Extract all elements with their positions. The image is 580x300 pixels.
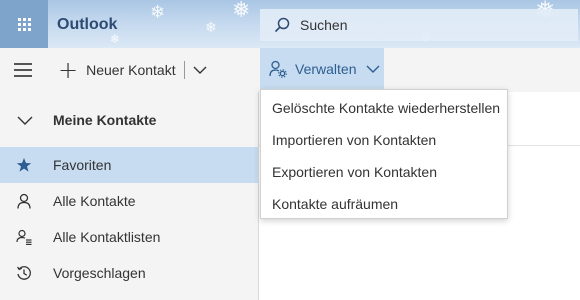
header-bar: ❄ ❄ ❅ ❄ ❅ ❄ Outlook Suchen bbox=[0, 0, 580, 48]
separator bbox=[183, 61, 185, 79]
snowflake-decoration: ❄ bbox=[110, 32, 121, 46]
snowflake-decoration: ❅ bbox=[232, 0, 251, 23]
new-contact-button[interactable]: + Neuer Kontakt bbox=[58, 58, 207, 82]
plus-icon: + bbox=[58, 56, 79, 84]
search-input[interactable]: Suchen bbox=[260, 9, 578, 41]
sidebar-item-all-contacts[interactable]: Alle Kontakte bbox=[0, 183, 258, 219]
contact-lists-icon bbox=[16, 229, 32, 245]
sidebar-item-favorites[interactable]: Favoriten bbox=[0, 147, 258, 183]
sidebar-group-my-contacts[interactable]: Meine Kontakte bbox=[0, 106, 258, 134]
menu-item-label: Kontakte aufräumen bbox=[272, 196, 399, 212]
sidebar-item-label: Favoriten bbox=[53, 157, 112, 173]
history-icon bbox=[16, 265, 32, 281]
sidebar-item-all-contact-lists[interactable]: Alle Kontaktlisten bbox=[0, 219, 258, 255]
person-icon bbox=[16, 193, 32, 209]
manage-button[interactable]: Verwalten bbox=[260, 48, 384, 89]
menu-item-restore-deleted-contacts[interactable]: Gelöschte Kontakte wiederherstellen bbox=[261, 92, 507, 124]
chevron-down-icon[interactable] bbox=[193, 65, 207, 75]
star-icon bbox=[16, 157, 32, 173]
menu-item-export-contacts[interactable]: Exportieren von Kontakten bbox=[261, 156, 507, 188]
sidebar-item-label: Alle Kontaktlisten bbox=[53, 229, 161, 245]
manage-label: Verwalten bbox=[295, 60, 357, 77]
hamburger-menu-icon[interactable] bbox=[14, 63, 32, 77]
snowflake-decoration: ❄ bbox=[150, 2, 166, 23]
search-icon bbox=[274, 17, 290, 33]
menu-item-clean-up-contacts[interactable]: Kontakte aufräumen bbox=[261, 188, 507, 220]
search-placeholder: Suchen bbox=[300, 17, 348, 33]
snowflake-decoration: ❄ bbox=[205, 20, 217, 36]
sidebar-group-label: Meine Kontakte bbox=[53, 112, 157, 128]
app-title[interactable]: Outlook bbox=[57, 16, 117, 34]
app-launcher-button[interactable] bbox=[0, 0, 48, 48]
menu-item-import-contacts[interactable]: Importieren von Kontakten bbox=[261, 124, 507, 156]
menu-item-label: Exportieren von Kontakten bbox=[272, 164, 437, 180]
manage-dropdown-menu: Gelöschte Kontakte wiederherstellen Impo… bbox=[260, 89, 508, 219]
sidebar-item-label: Vorgeschlagen bbox=[53, 265, 146, 281]
menu-item-label: Importieren von Kontakten bbox=[272, 132, 437, 148]
new-contact-label: Neuer Kontakt bbox=[86, 62, 176, 78]
person-gear-icon bbox=[269, 60, 287, 78]
sidebar: Meine Kontakte Favoriten Alle Kontakte A… bbox=[0, 92, 258, 300]
waffle-icon bbox=[17, 17, 31, 31]
sidebar-item-suggested[interactable]: Vorgeschlagen bbox=[0, 255, 258, 291]
chevron-down-icon bbox=[17, 116, 33, 125]
menu-item-label: Gelöschte Kontakte wiederherstellen bbox=[272, 100, 501, 116]
chevron-down-icon bbox=[366, 65, 380, 73]
sidebar-item-label: Alle Kontakte bbox=[53, 193, 136, 209]
